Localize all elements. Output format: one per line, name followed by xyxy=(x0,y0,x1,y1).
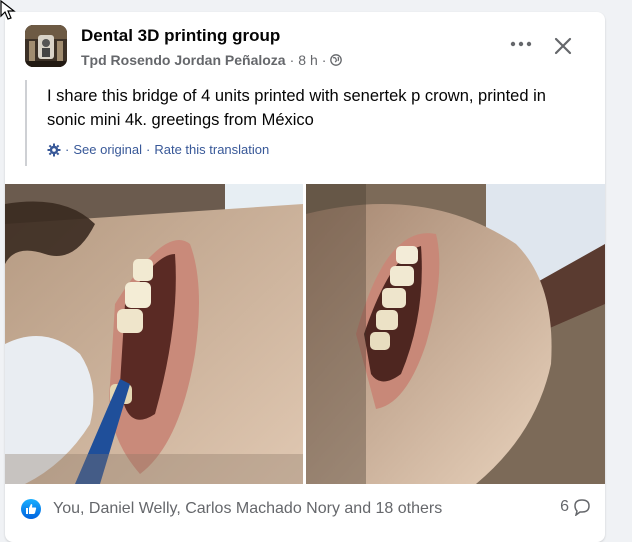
group-avatar-image xyxy=(25,25,67,67)
gear-icon[interactable] xyxy=(47,143,61,157)
mouse-cursor-icon xyxy=(0,0,16,20)
translation-links: · See original · Rate this translation xyxy=(47,142,269,157)
meta-separator: · xyxy=(289,52,295,68)
post-text: I share this bridge of 4 units printed w… xyxy=(47,87,546,129)
group-name[interactable]: Dental 3D printing group xyxy=(81,26,280,46)
post-photo-left[interactable] xyxy=(5,184,303,484)
post-photo-right[interactable] xyxy=(306,184,605,484)
comment-icon xyxy=(574,499,590,516)
link-separator: · xyxy=(146,142,151,157)
more-options-button[interactable] xyxy=(505,32,537,56)
rate-translation-link[interactable]: Rate this translation xyxy=(154,142,269,157)
author-name[interactable]: Tpd Rosendo Jordan Peñaloza xyxy=(81,52,286,68)
comment-count-button[interactable]: 6 xyxy=(560,498,591,516)
globe-icon xyxy=(330,54,343,66)
dental-photo-left-image xyxy=(5,184,303,484)
comment-count: 6 xyxy=(560,498,569,515)
meta-separator: · xyxy=(321,52,327,68)
close-icon xyxy=(554,37,572,55)
close-button[interactable] xyxy=(549,32,577,60)
post-card: Dental 3D printing group Tpd Rosendo Jor… xyxy=(5,12,605,542)
reactions-summary[interactable]: You, Daniel Welly, Carlos Machado Nory a… xyxy=(53,500,442,518)
post-meta: Tpd Rosendo Jordan Peñaloza · 8 h · xyxy=(81,52,343,68)
group-avatar[interactable] xyxy=(25,25,67,67)
translated-post: I share this bridge of 4 units printed w… xyxy=(25,80,587,166)
link-separator: · xyxy=(65,142,70,157)
see-original-link[interactable]: See original xyxy=(73,142,142,157)
more-dots-icon xyxy=(510,41,532,47)
dental-photo-right-image xyxy=(306,184,605,484)
thumbs-up-icon xyxy=(26,504,37,514)
post-time[interactable]: 8 h xyxy=(298,52,317,68)
post-footer: You, Daniel Welly, Carlos Machado Nory a… xyxy=(21,496,591,522)
like-reaction-icon xyxy=(21,499,41,519)
